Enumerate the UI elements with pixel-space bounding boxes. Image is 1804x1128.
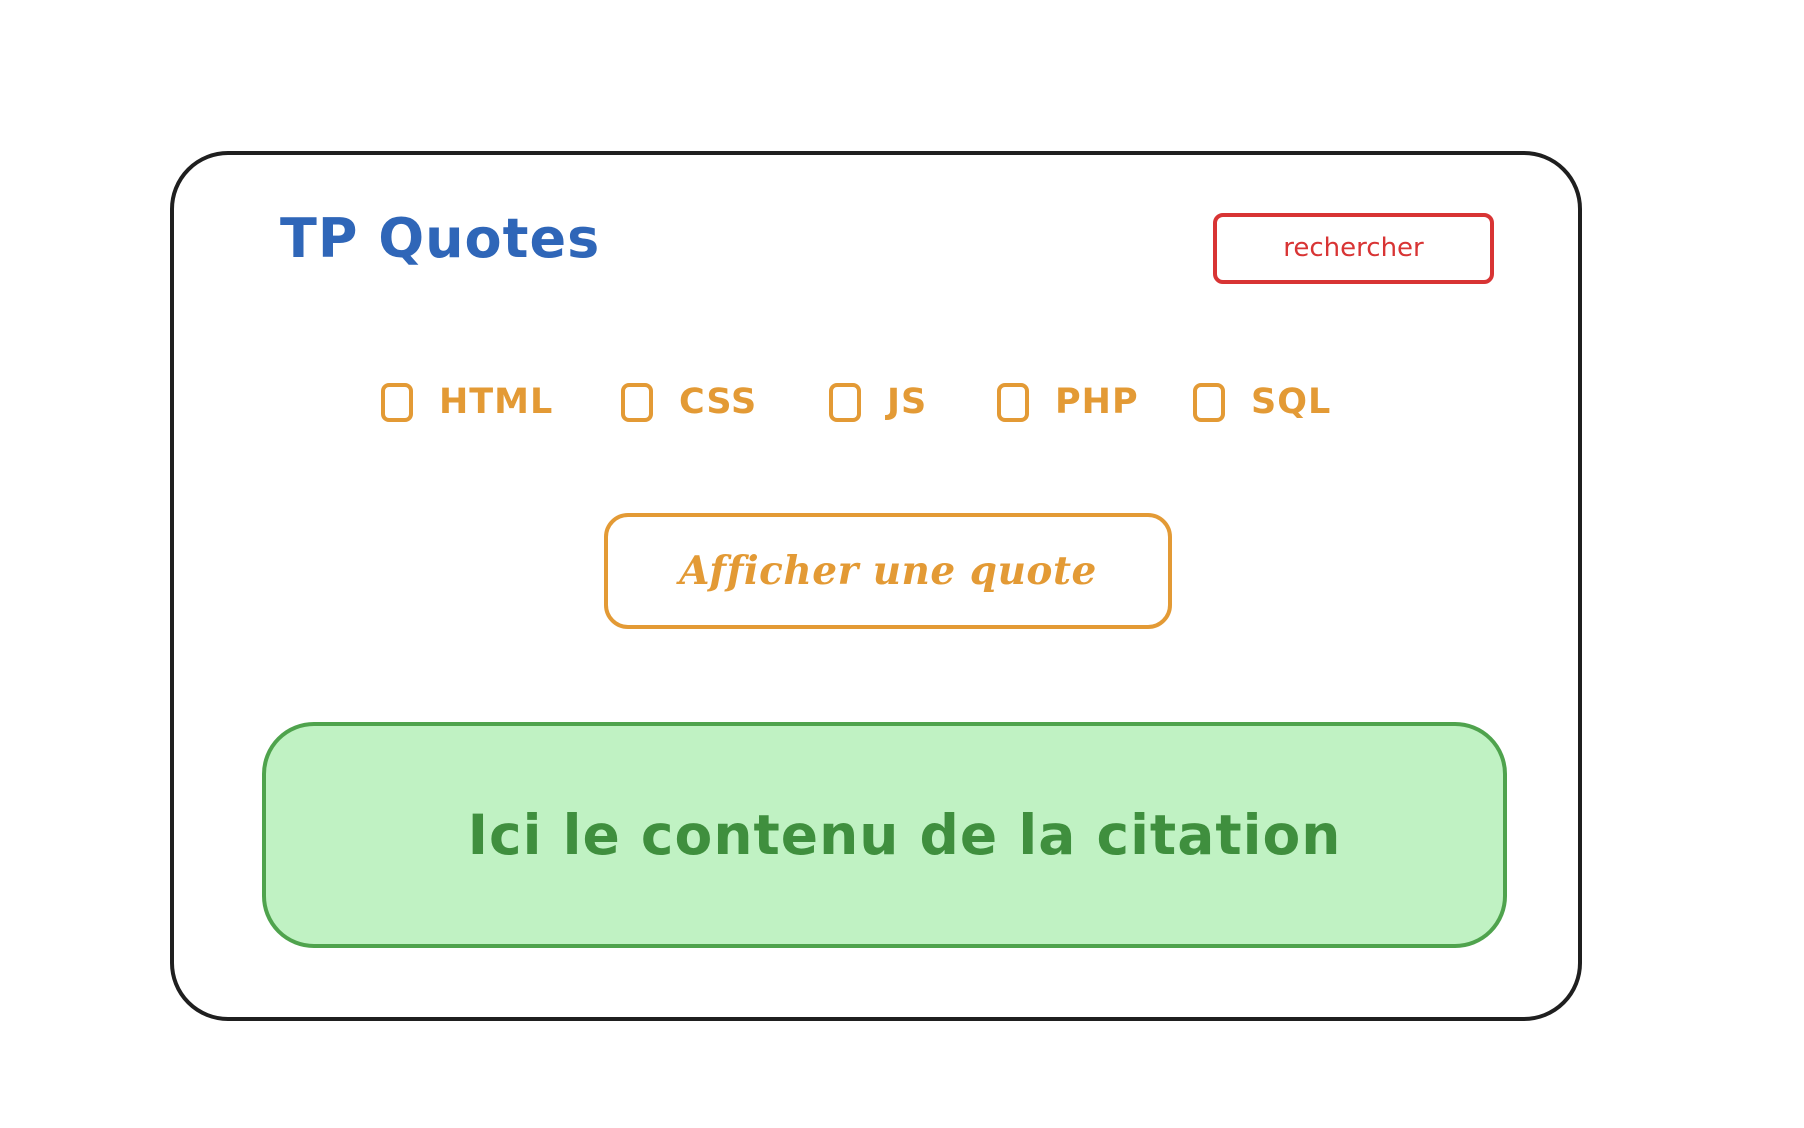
sql-filter-option[interactable]: SQL <box>1193 374 1331 430</box>
search-button[interactable]: rechercher <box>1213 213 1494 284</box>
php-filter-label: PHP <box>1055 381 1139 422</box>
html-filter-option[interactable]: HTML <box>381 374 553 430</box>
css-filter-option[interactable]: CSS <box>621 374 757 430</box>
php-filter-option[interactable]: PHP <box>997 374 1139 430</box>
app-title: TP Quotes <box>280 207 601 270</box>
quote-content: Ici le contenu de la citation <box>467 803 1342 867</box>
topic-filter-group: HTML CSS JS PHP SQL <box>381 374 1356 430</box>
html-filter-label: HTML <box>439 381 554 422</box>
sketch-canvas: TP Quotes rechercher HTML CSS JS PHP SQL… <box>0 0 1804 1128</box>
sql-checkbox[interactable] <box>1193 382 1225 422</box>
css-filter-label: CSS <box>679 381 758 422</box>
js-filter-label: JS <box>887 381 928 422</box>
show-quote-button[interactable]: Afficher une quote <box>604 513 1172 629</box>
sql-filter-label: SQL <box>1251 381 1332 422</box>
js-checkbox[interactable] <box>829 382 861 422</box>
html-checkbox[interactable] <box>381 382 413 422</box>
quote-display-panel: Ici le contenu de la citation <box>262 722 1507 948</box>
css-checkbox[interactable] <box>621 382 653 422</box>
js-filter-option[interactable]: JS <box>829 374 927 430</box>
php-checkbox[interactable] <box>997 382 1029 422</box>
